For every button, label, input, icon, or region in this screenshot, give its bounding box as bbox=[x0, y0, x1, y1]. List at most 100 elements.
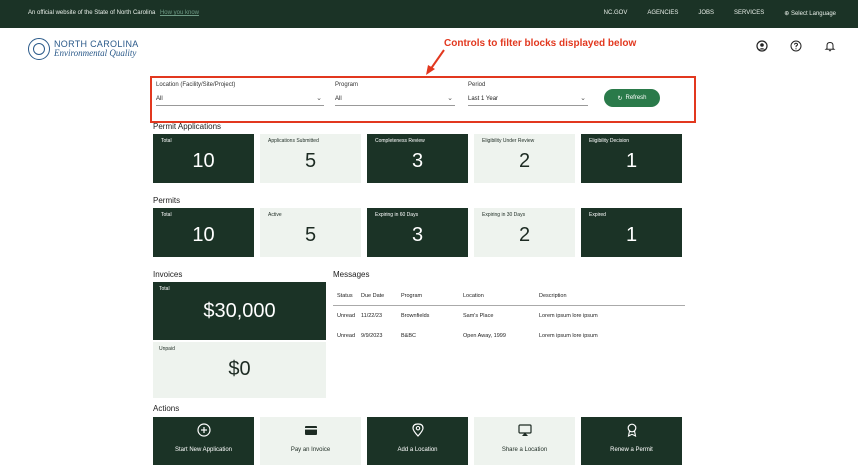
agency-logo[interactable]: NORTH CAROLINA Environmental Quality bbox=[28, 38, 139, 60]
period-select[interactable]: Last 1 Year ⌄ bbox=[468, 92, 588, 106]
permit-application-card-label: Total bbox=[161, 138, 172, 144]
period-select-value: Last 1 Year bbox=[468, 96, 499, 102]
action-pay-an-invoice-button[interactable]: Pay an Invoice bbox=[260, 417, 361, 465]
banner-link-ncgov[interactable]: NC.GOV bbox=[604, 10, 628, 17]
refresh-icon: ↻ bbox=[617, 95, 623, 102]
official-notice: An official website of the State of Nort… bbox=[28, 10, 199, 16]
period-filter: Period Last 1 Year ⌄ bbox=[468, 82, 588, 106]
annotation-text: Controls to filter blocks displayed belo… bbox=[444, 38, 637, 49]
location-filter-label: Location (Facility/Site/Project) bbox=[156, 82, 236, 88]
permit-card-label: Expiring in 30 Days bbox=[482, 212, 526, 218]
table-row[interactable]: Unread 11/22/23 Brownfields Sam's Place … bbox=[333, 306, 685, 326]
permit-application-card[interactable]: Completeness Review 3 bbox=[367, 134, 468, 183]
location-select[interactable]: All ⌄ bbox=[156, 92, 324, 106]
action-label: Share a Location bbox=[501, 447, 548, 453]
action-renew-a-permit-button[interactable]: Renew a Permit bbox=[581, 417, 682, 465]
permit-card[interactable]: Active 5 bbox=[260, 208, 361, 257]
permit-application-card-value: 1 bbox=[625, 150, 638, 172]
column-header-description: Description bbox=[539, 292, 567, 299]
official-text: An official website of the State of Nort… bbox=[28, 10, 156, 16]
table-row[interactable]: Unread 9/9/2023 B&BC Open Away, 1999 Lor… bbox=[333, 326, 685, 346]
logo-line-2: Environmental Quality bbox=[54, 48, 137, 58]
permit-card[interactable]: Expired 1 bbox=[581, 208, 682, 257]
permit-application-card[interactable]: Eligibility Decision 1 bbox=[581, 134, 682, 183]
permit-application-card-label: Eligibility Under Review bbox=[482, 138, 535, 144]
permit-application-card-value: 3 bbox=[411, 150, 424, 172]
permit-application-card-label: Eligibility Decision bbox=[589, 138, 630, 144]
cell-description: Lorem ipsum lore ipsum bbox=[539, 313, 598, 319]
permit-card-label: Total bbox=[161, 212, 172, 218]
user-icon[interactable] bbox=[756, 39, 768, 52]
period-filter-label: Period bbox=[468, 82, 486, 88]
chevron-down-icon: ⌄ bbox=[580, 95, 586, 102]
banner-link-services[interactable]: SERVICES bbox=[734, 10, 764, 17]
permit-card[interactable]: Expiring in 30 Days 2 bbox=[474, 208, 575, 257]
chevron-down-icon: ⌄ bbox=[447, 95, 453, 102]
invoice-total-card[interactable]: Total $30,000 bbox=[153, 282, 326, 340]
invoice-unpaid-value: $0 bbox=[228, 358, 251, 380]
permit-card-value: 1 bbox=[625, 224, 638, 246]
banner-link-agencies[interactable]: AGENCIES bbox=[647, 10, 678, 17]
permit-card[interactable]: Total 10 bbox=[153, 208, 254, 257]
section-title-permit-applications: Permit Applications bbox=[153, 122, 222, 131]
location-select-value: All bbox=[156, 96, 163, 102]
action-label: Add a Location bbox=[397, 447, 438, 453]
how-you-know-link[interactable]: How you know bbox=[160, 10, 199, 16]
permit-card-value: 5 bbox=[304, 224, 317, 246]
action-label: Start New Application bbox=[174, 447, 233, 453]
globe-icon: ⊕ bbox=[784, 11, 790, 17]
action-add-a-location-button[interactable]: Add a Location bbox=[367, 417, 468, 465]
section-title-messages: Messages bbox=[333, 270, 370, 279]
permit-card-value: 10 bbox=[192, 224, 215, 246]
program-select[interactable]: All ⌄ bbox=[335, 92, 455, 106]
language-label: Select Language bbox=[790, 11, 836, 17]
permit-application-card-label: Applications Submitted bbox=[268, 138, 319, 144]
cell-due-date: 11/22/23 bbox=[361, 313, 383, 319]
invoice-total-value: $30,000 bbox=[203, 300, 276, 322]
header-icons bbox=[756, 39, 836, 52]
permit-card-label: Active bbox=[268, 212, 282, 218]
permit-application-card[interactable]: Eligibility Under Review 2 bbox=[474, 134, 575, 183]
table-header-row: Status Due Date Program Location Descrip… bbox=[333, 286, 685, 306]
location-filter: Location (Facility/Site/Project) All ⌄ bbox=[156, 82, 324, 106]
permit-card[interactable]: Expiring in 60 Days 3 bbox=[367, 208, 468, 257]
action-label: Pay an Invoice bbox=[290, 447, 331, 453]
permit-application-card-value: 5 bbox=[304, 150, 317, 172]
refresh-button[interactable]: ↻ Refresh bbox=[604, 89, 660, 107]
annotation-arrow-icon bbox=[426, 49, 445, 75]
language-selector[interactable]: ⊕ Select Language bbox=[784, 10, 836, 17]
program-select-value: All bbox=[335, 96, 342, 102]
share-screen-icon bbox=[517, 423, 532, 437]
refresh-label: Refresh bbox=[625, 95, 647, 101]
filter-controls: Location (Facility/Site/Project) All ⌄ P… bbox=[150, 76, 696, 123]
invoice-unpaid-card[interactable]: Unpaid $0 bbox=[153, 342, 326, 398]
state-seal-icon bbox=[28, 38, 50, 60]
invoice-unpaid-label: Unpaid bbox=[159, 346, 175, 352]
permit-application-card[interactable]: Total 10 bbox=[153, 134, 254, 183]
banner-link-jobs[interactable]: JOBS bbox=[698, 10, 714, 17]
cell-description: Lorem ipsum lore ipsum bbox=[539, 333, 598, 339]
credit-card-icon bbox=[304, 423, 318, 437]
permit-card-value: 3 bbox=[411, 224, 424, 246]
messages-table: Status Due Date Program Location Descrip… bbox=[333, 286, 685, 346]
column-header-due-date: Due Date bbox=[361, 292, 385, 299]
help-icon[interactable] bbox=[790, 39, 802, 52]
permit-card-value: 2 bbox=[518, 224, 531, 246]
column-header-status: Status bbox=[337, 292, 353, 299]
action-start-new-application-button[interactable]: Start New Application bbox=[153, 417, 254, 465]
cell-location: Open Away, 1999 bbox=[463, 333, 506, 339]
section-title-permits: Permits bbox=[153, 196, 181, 205]
cell-program: Brownfields bbox=[401, 313, 430, 319]
award-icon bbox=[625, 423, 639, 437]
action-share-a-location-button[interactable]: Share a Location bbox=[474, 417, 575, 465]
cell-due-date: 9/9/2023 bbox=[361, 333, 383, 339]
permit-application-card[interactable]: Applications Submitted 5 bbox=[260, 134, 361, 183]
chevron-down-icon: ⌄ bbox=[316, 95, 322, 102]
permit-card-label: Expired bbox=[589, 212, 606, 218]
section-title-actions: Actions bbox=[153, 404, 180, 413]
column-header-location: Location bbox=[463, 292, 484, 299]
cell-status: Unread bbox=[337, 313, 356, 319]
section-title-invoices: Invoices bbox=[153, 270, 183, 279]
plus-circle-icon bbox=[196, 423, 211, 437]
bell-icon[interactable] bbox=[824, 39, 836, 52]
